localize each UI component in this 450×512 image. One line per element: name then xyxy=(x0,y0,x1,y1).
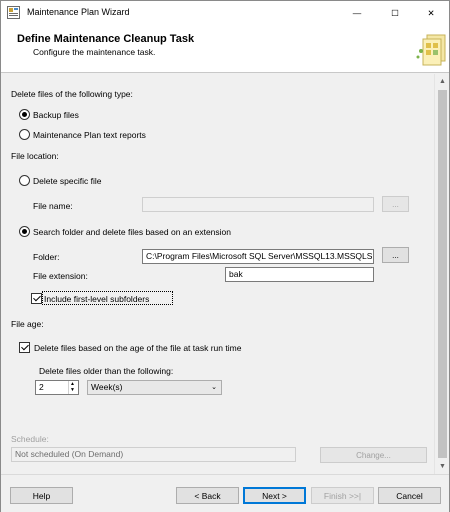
scroll-down-icon[interactable]: ▼ xyxy=(439,463,446,470)
app-icon xyxy=(7,6,20,19)
file-name-input[interactable] xyxy=(142,197,374,212)
file-age-label: File age: xyxy=(11,319,44,329)
cancel-button[interactable]: Cancel xyxy=(378,487,441,504)
back-button[interactable]: < Back xyxy=(176,487,239,504)
text-reports-radio[interactable] xyxy=(19,129,30,140)
file-type-label: Delete files of the following type: xyxy=(11,89,133,99)
wizard-header: Define Maintenance Cleanup Task Configur… xyxy=(1,25,449,73)
include-subfolders-checkbox[interactable] xyxy=(31,293,42,304)
scroll-up-icon[interactable]: ▲ xyxy=(439,78,446,85)
delete-by-age-label[interactable]: Delete files based on the age of the fil… xyxy=(34,343,241,353)
age-unit-value: Week(s) xyxy=(91,382,123,392)
minimize-icon: — xyxy=(352,8,362,18)
age-unit-select[interactable]: Week(s) ⌄ xyxy=(87,380,222,395)
schedule-label: Schedule: xyxy=(11,434,49,444)
close-button[interactable]: ✕ xyxy=(413,1,449,25)
content-panel: Delete files of the following type: Back… xyxy=(1,74,449,474)
help-button[interactable]: Help xyxy=(10,487,73,504)
backup-files-radio[interactable] xyxy=(19,109,30,120)
folder-browse-button[interactable]: ... xyxy=(382,247,409,263)
title-bar: Maintenance Plan Wizard — ☐ ✕ xyxy=(1,1,449,25)
text-reports-label[interactable]: Maintenance Plan text reports xyxy=(33,130,146,140)
wizard-window: Maintenance Plan Wizard — ☐ ✕ Define Mai… xyxy=(0,0,450,512)
stepper-buttons: ▲ ▼ xyxy=(68,381,78,394)
folder-label: Folder: xyxy=(33,252,60,262)
maximize-button[interactable]: ☐ xyxy=(377,1,413,25)
file-name-browse-button[interactable]: ... xyxy=(382,196,409,212)
scrollbar-thumb[interactable] xyxy=(438,90,447,458)
file-name-label: File name: xyxy=(33,201,73,211)
chevron-down-icon: ⌄ xyxy=(211,384,217,391)
page-subtitle: Configure the maintenance task. xyxy=(33,47,156,57)
include-subfolders-label[interactable]: Include first-level subfolders xyxy=(44,294,149,304)
page-title: Define Maintenance Cleanup Task xyxy=(17,33,195,45)
age-amount-stepper[interactable]: 2 ▲ ▼ xyxy=(35,380,79,395)
minimize-button[interactable]: — xyxy=(339,1,375,25)
file-extension-label: File extension: xyxy=(33,271,88,281)
next-button[interactable]: Next > xyxy=(243,487,306,504)
file-location-label: File location: xyxy=(11,151,59,161)
change-schedule-button[interactable]: Change... xyxy=(320,447,427,463)
window-title: Maintenance Plan Wizard xyxy=(27,7,130,17)
delete-specific-file-radio[interactable] xyxy=(19,175,30,186)
delete-by-age-checkbox[interactable] xyxy=(19,342,30,353)
close-icon: ✕ xyxy=(427,7,435,18)
folder-input[interactable]: C:\Program Files\Microsoft SQL Server\MS… xyxy=(142,249,374,264)
vertical-scrollbar[interactable]: ▲ ▼ xyxy=(434,74,449,474)
schedule-input[interactable]: Not scheduled (On Demand) xyxy=(11,447,296,462)
older-than-label: Delete files older than the following: xyxy=(39,366,174,376)
wizard-logo-icon xyxy=(416,34,446,66)
finish-button[interactable]: Finish >>| xyxy=(311,487,374,504)
age-amount-value: 2 xyxy=(39,382,44,392)
search-folder-radio[interactable] xyxy=(19,226,30,237)
backup-files-label[interactable]: Backup files xyxy=(33,110,79,120)
file-extension-input[interactable]: bak xyxy=(225,267,374,282)
search-folder-label[interactable]: Search folder and delete files based on … xyxy=(33,227,231,237)
delete-specific-file-label[interactable]: Delete specific file xyxy=(33,176,102,186)
wizard-footer: Help < Back Next > Finish >>| Cancel xyxy=(1,474,449,512)
stepper-down-icon[interactable]: ▼ xyxy=(70,387,75,393)
maximize-icon: ☐ xyxy=(391,7,399,18)
